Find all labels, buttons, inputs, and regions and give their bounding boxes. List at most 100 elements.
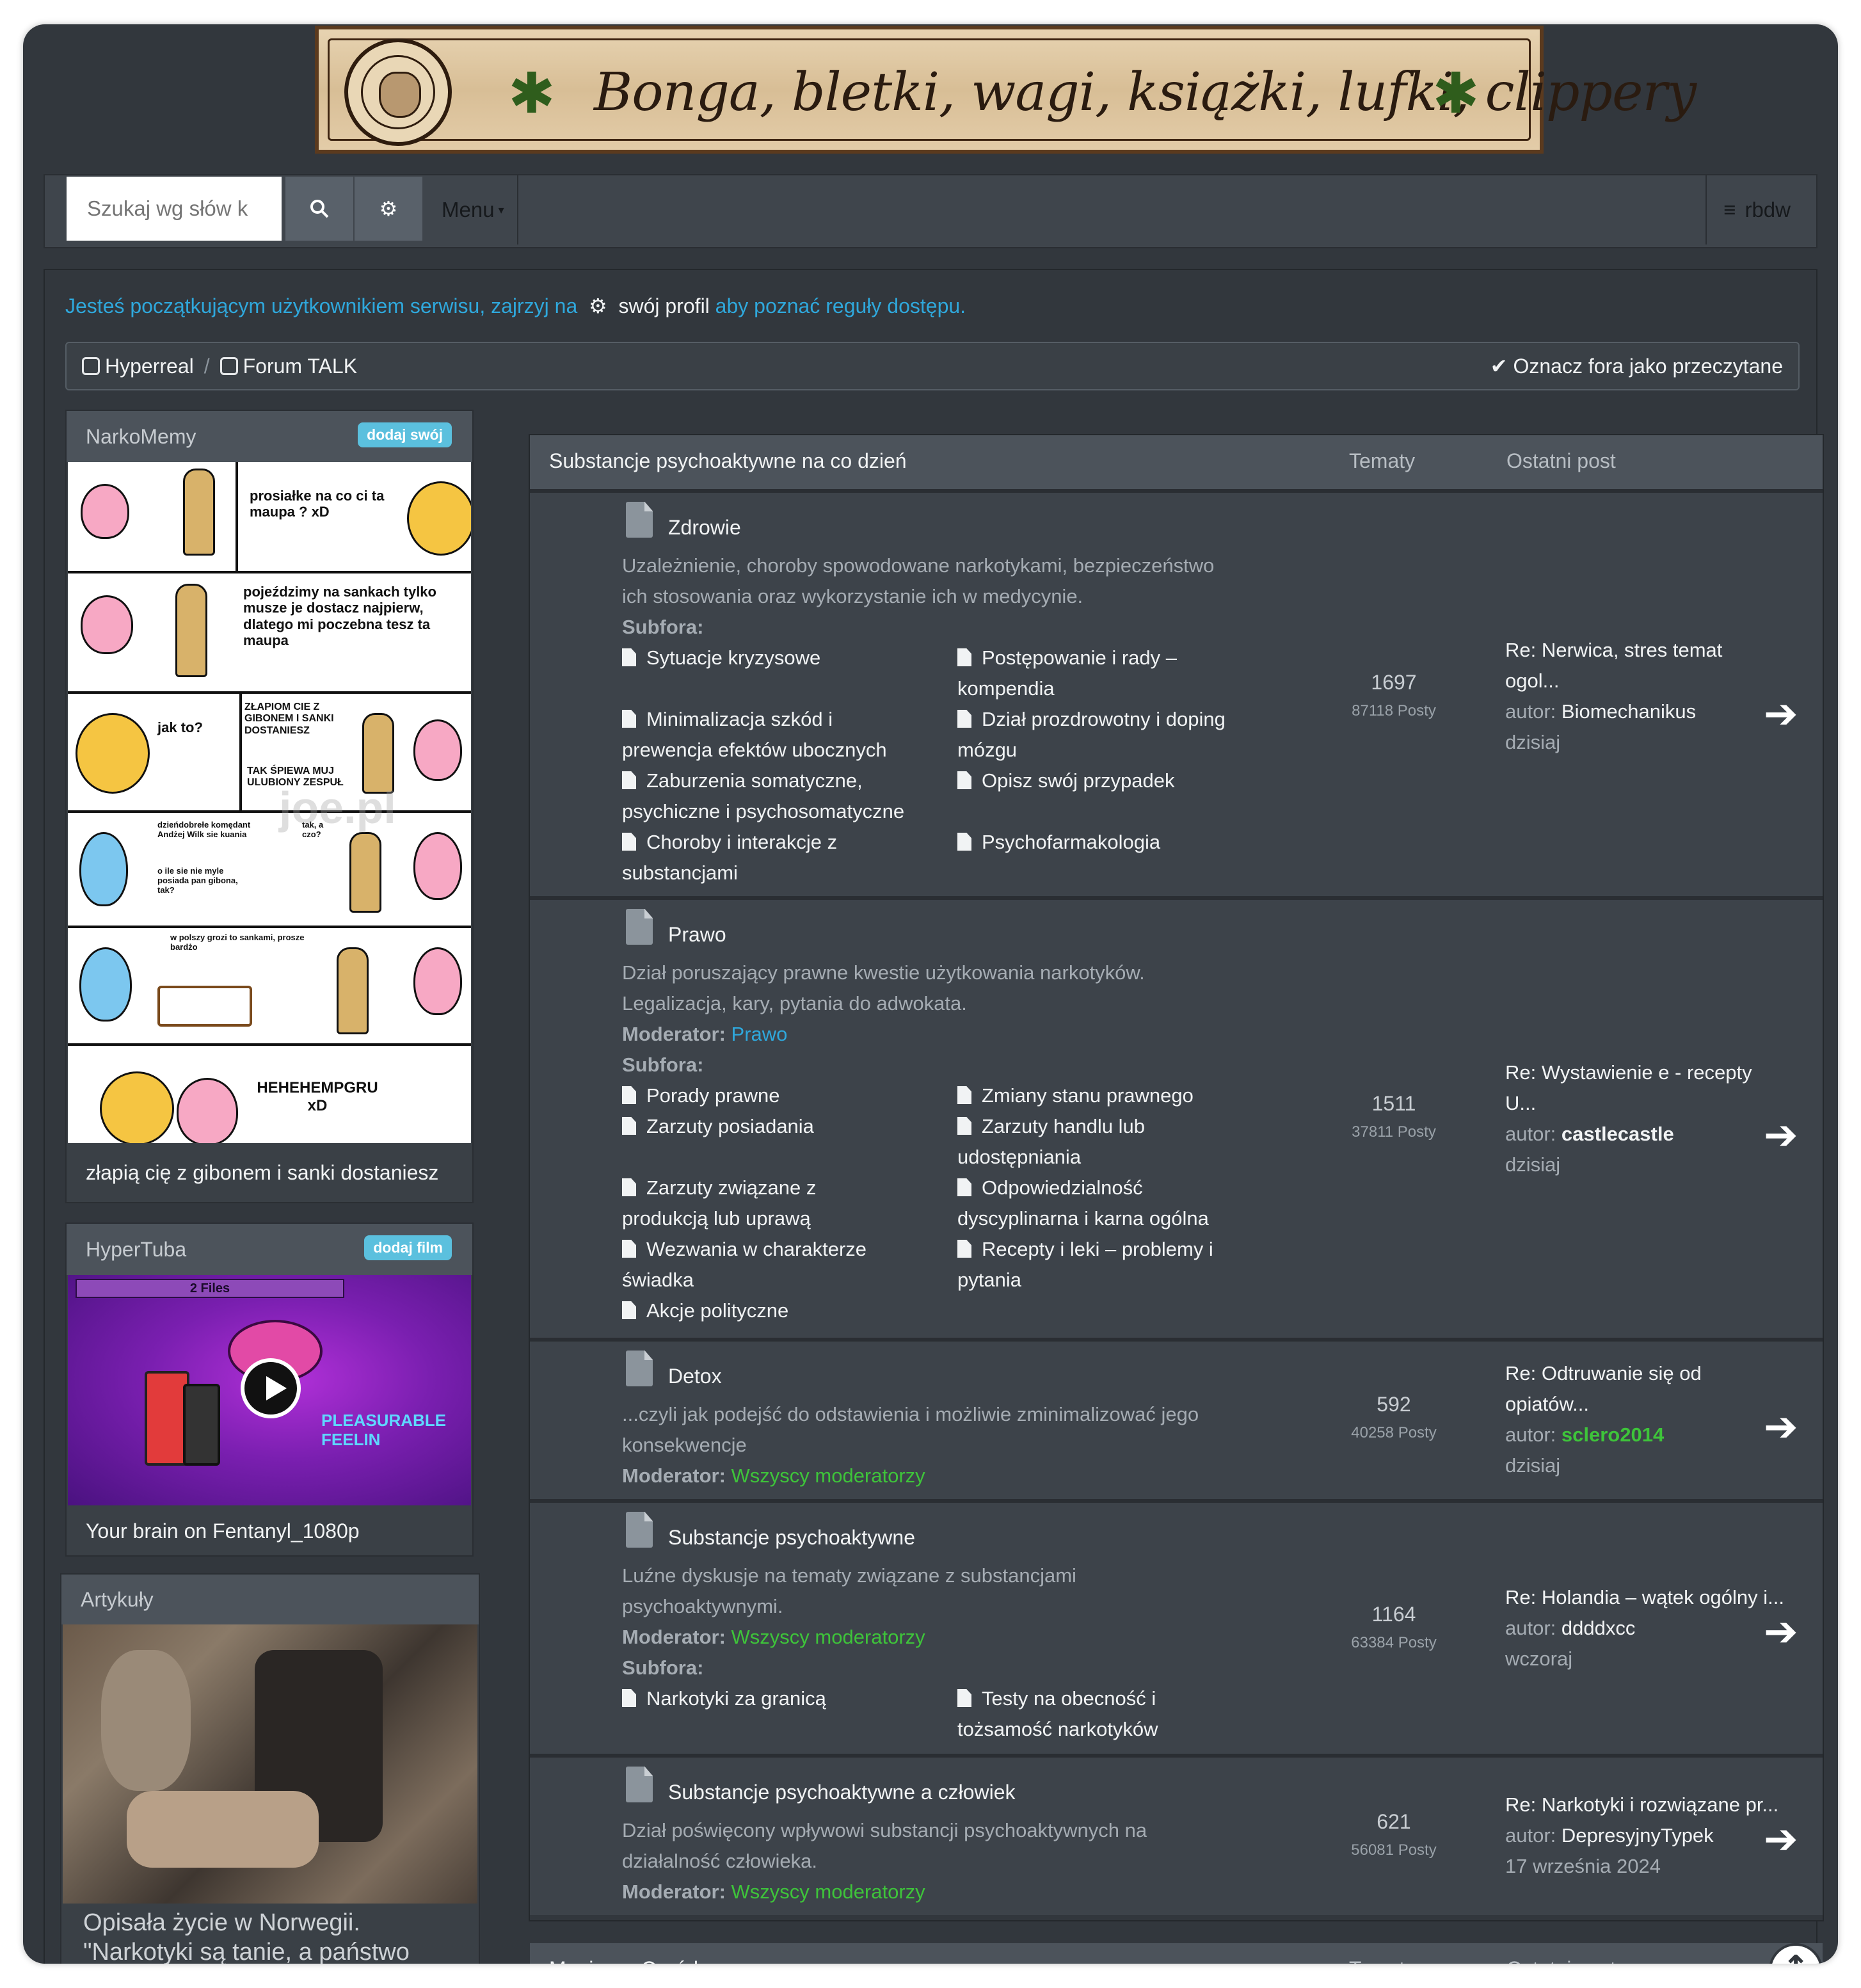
subforum-link[interactable]: Dział prozdrowotny i doping	[957, 704, 1226, 735]
last-post-title-cont[interactable]: U...	[1505, 1088, 1793, 1119]
arrow-right-icon[interactable]: ➔	[1764, 694, 1798, 735]
last-post[interactable]: Re: Odtruwanie się od opiatów... autor: …	[1505, 1358, 1793, 1481]
subforum-link-cont[interactable]: udostępniania	[957, 1142, 1081, 1173]
arrow-right-icon[interactable]: ➔	[1764, 1612, 1798, 1653]
subforum-link-cont[interactable]: tożsamość narkotyków	[957, 1714, 1158, 1745]
subforum-link[interactable]: Akcje polityczne	[622, 1295, 788, 1326]
arrow-right-icon[interactable]: ➔	[1764, 1115, 1798, 1156]
user-menu[interactable]: ≡ rbdw	[1705, 175, 1816, 244]
forum-desc: Legalizacja, kary, pytania do adwokata.	[622, 992, 967, 1014]
arrow-right-icon[interactable]: ➔	[1764, 1407, 1798, 1448]
meme-image[interactable]: prosiałke na co ci ta maupa ? xD pojeźdz…	[68, 462, 471, 1143]
subforum-link[interactable]: Testy na obecność i	[957, 1683, 1156, 1714]
last-post[interactable]: Re: Holandia – wątek ogólny i... autor: …	[1505, 1582, 1793, 1674]
last-post[interactable]: Re: Narkotyki i rozwiązane pr... autor: …	[1505, 1790, 1793, 1882]
last-post[interactable]: Re: Wystawienie e - recepty U... autor: …	[1505, 1057, 1793, 1180]
author-label: autor:	[1505, 700, 1556, 723]
arrow-right-icon[interactable]: ➔	[1764, 1819, 1798, 1860]
last-post-title[interactable]: Re: Nerwica, stres temat	[1505, 635, 1793, 666]
subforum-link[interactable]: Zaburzenia somatyczne,	[622, 766, 863, 796]
moderator-link[interactable]: Prawo	[731, 1023, 788, 1045]
video-caption[interactable]: Your brain on Fentanyl_1080p	[67, 1505, 472, 1557]
forum-desc: Uzależnienie, choroby spowodowane narkot…	[622, 554, 1215, 577]
last-post-author[interactable]: castlecastle	[1561, 1123, 1674, 1145]
subforum-link[interactable]: Zarzuty posiadania	[622, 1111, 814, 1142]
last-post-title[interactable]: Re: Holandia – wątek ogólny i...	[1505, 1582, 1793, 1613]
subforum-link-cont[interactable]: mózgu	[957, 735, 1017, 766]
last-post-title[interactable]: Re: Narkotyki i rozwiązane pr...	[1505, 1790, 1793, 1820]
forum-name[interactable]: Substancje psychoaktywne	[668, 1526, 915, 1550]
subforum-link-cont[interactable]: pytania	[957, 1265, 1021, 1295]
forum-desc: psychoaktywnymi.	[622, 1595, 783, 1617]
video-panel-title: HyperTuba	[86, 1237, 187, 1261]
subforum-link-cont[interactable]: produkcją lub uprawą	[622, 1203, 811, 1234]
menu-dropdown[interactable]: Menu ▾	[429, 175, 518, 244]
subforum-link[interactable]: Porady prawne	[622, 1080, 780, 1111]
notice-text-end: aby poznać reguły dostępu.	[715, 294, 966, 317]
ad-banner[interactable]: ✱ Bonga, bletki, wagi, książki, lufki, c…	[315, 26, 1697, 154]
add-video-button[interactable]: dodaj film	[364, 1235, 452, 1260]
subforum-link-cont[interactable]: świadka	[622, 1265, 694, 1295]
search-input[interactable]	[67, 177, 282, 241]
play-icon[interactable]	[241, 1358, 301, 1418]
subforum-link[interactable]: Narkotyki za granicą	[622, 1683, 826, 1714]
subforum-link-cont[interactable]: kompendia	[957, 673, 1055, 704]
subforum-link[interactable]: Wezwania w charakterze	[622, 1234, 867, 1265]
last-post-author[interactable]: Biomechanikus	[1561, 700, 1696, 723]
subforum-link[interactable]: Minimalizacja szkód i	[622, 704, 833, 735]
article-title-line2[interactable]: "Narkotyki są tanie, a państwo	[83, 1937, 410, 1964]
subforum-link[interactable]: Zarzuty związane z	[622, 1173, 816, 1203]
forum-name[interactable]: Zdrowie	[668, 516, 741, 540]
subforum-link-cont[interactable]: psychiczne i psychosomatyczne	[622, 796, 904, 827]
last-post-title-cont[interactable]: opiatów...	[1505, 1389, 1793, 1420]
breadcrumb-hyperreal[interactable]: Hyperreal	[105, 355, 194, 378]
last-post-author[interactable]: ddddxcc	[1561, 1617, 1635, 1639]
mark-forums-read-button[interactable]: ✔ Oznacz fora jako przeczytane	[1490, 354, 1783, 378]
search-settings-button[interactable]: ⚙	[355, 177, 422, 241]
moderator-link[interactable]: Wszyscy moderatorzy	[731, 1626, 925, 1648]
last-post-author[interactable]: DepresyjnyTypek	[1561, 1824, 1714, 1847]
next-section-header: Magiczny Ogród Tematy Ostatni post	[530, 1943, 1823, 1964]
gear-icon: ⚙	[379, 197, 398, 220]
video-thumbnail[interactable]: 2 Files PLEASURABLE FEELIN	[68, 1275, 471, 1505]
article-image[interactable]	[63, 1624, 477, 1904]
forum-name[interactable]: Substancje psychoaktywne a człowiek	[668, 1781, 1016, 1804]
subforum-link[interactable]: Psychofarmakologia	[957, 827, 1160, 858]
profile-link[interactable]: swój profil	[619, 294, 710, 317]
subforum-link[interactable]: Zmiany stanu prawnego	[957, 1080, 1194, 1111]
subforum-link-cont[interactable]: dyscyplinarna i karna ogólna	[957, 1203, 1209, 1234]
last-post-date: 17 września 2024	[1505, 1855, 1661, 1877]
subforum-link[interactable]: Opisz swój przypadek	[957, 766, 1175, 796]
search-button[interactable]	[285, 177, 353, 241]
subforum-link[interactable]: Zarzuty handlu lub	[957, 1111, 1145, 1142]
add-meme-button[interactable]: dodaj swój	[358, 422, 452, 447]
last-post-author[interactable]: sclero2014	[1561, 1423, 1664, 1446]
topic-count: 592 40258 Posty	[1311, 1393, 1477, 1442]
subforum-link[interactable]: Recepty i leki – problemy i	[957, 1234, 1213, 1265]
moderator-line: Moderator: Wszyscy moderatorzy	[622, 1877, 925, 1907]
last-post-title[interactable]: Re: Wystawienie e - recepty	[1505, 1057, 1793, 1088]
posts-suffix: Posty	[1398, 1841, 1437, 1859]
forum-desc: działalność człowieka.	[622, 1850, 817, 1872]
moderator-link[interactable]: Wszyscy moderatorzy	[731, 1880, 925, 1903]
check-icon: ✔	[1490, 355, 1514, 378]
last-post-title-cont[interactable]: ogol...	[1505, 666, 1793, 696]
subforum-link[interactable]: Choroby i interakcje z	[622, 827, 837, 858]
subforum-link[interactable]: Sytuacje kryzysowe	[622, 643, 820, 673]
moderator-link[interactable]: Wszyscy moderatorzy	[731, 1464, 925, 1487]
last-post[interactable]: Re: Nerwica, stres temat ogol... autor: …	[1505, 635, 1793, 758]
breadcrumb-forum-talk[interactable]: Forum TALK	[243, 355, 357, 378]
subforum-link[interactable]: Postępowanie i rady –	[957, 643, 1177, 673]
notice-text: Jesteś początkującym użytkownikiem serwi…	[65, 294, 578, 317]
subforum-link-cont[interactable]: substancjami	[622, 858, 738, 888]
section-title[interactable]: Magiczny Ogród	[549, 1957, 698, 1964]
section-title[interactable]: Substancje psychoaktywne na co dzień	[549, 449, 907, 473]
meme-caption[interactable]: złapią cię z gibonem i sanki dostaniesz	[67, 1143, 472, 1202]
forum-name[interactable]: Detox	[668, 1365, 722, 1388]
last-post-title[interactable]: Re: Odtruwanie się od	[1505, 1358, 1793, 1389]
article-title-line1[interactable]: Opisała życie w Norwegii.	[83, 1907, 360, 1938]
forum-name[interactable]: Prawo	[668, 923, 726, 947]
subforum-link-cont[interactable]: prewencja efektów ubocznych	[622, 735, 887, 766]
posts-count: 87118 Posty	[1311, 702, 1477, 720]
subforum-link[interactable]: Odpowiedzialność	[957, 1173, 1143, 1203]
